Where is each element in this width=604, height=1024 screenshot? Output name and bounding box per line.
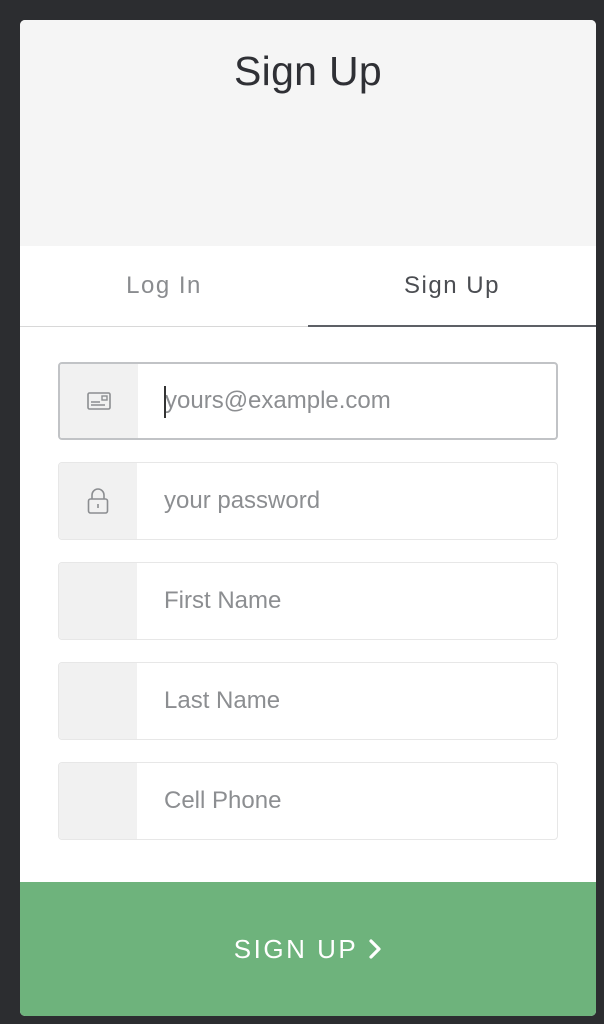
cell-phone-input[interactable] <box>137 763 557 839</box>
sign-up-button-label: SIGN UP <box>233 933 359 964</box>
text-caret <box>164 386 166 418</box>
last-name-input[interactable] <box>137 663 557 739</box>
cell-phone-field <box>58 762 558 840</box>
auth-tabs: Log In Sign Up <box>20 246 596 327</box>
password-input[interactable] <box>137 463 557 539</box>
cell-phone-icon-slot <box>59 763 137 839</box>
last-name-icon-slot <box>59 663 137 739</box>
tab-sign-up[interactable]: Sign Up <box>308 246 596 327</box>
modal-title: Sign Up <box>234 48 382 94</box>
sign-up-button[interactable]: SIGN UP <box>20 882 596 1016</box>
chevron-right-icon <box>368 938 382 960</box>
signup-modal: Sign Up Log In Sign Up yours@example.com… <box>20 20 596 1016</box>
first-name-input[interactable] <box>137 563 557 639</box>
envelope-icon <box>60 364 138 438</box>
first-name-field <box>58 562 558 640</box>
tab-log-in[interactable]: Log In <box>20 246 308 326</box>
email-input[interactable] <box>138 364 556 438</box>
last-name-field <box>58 662 558 740</box>
signup-form <box>58 362 558 862</box>
lock-icon <box>59 463 137 539</box>
first-name-icon-slot <box>59 563 137 639</box>
email-field <box>58 362 558 440</box>
modal-header: Sign Up <box>20 20 596 246</box>
password-field <box>58 462 558 540</box>
